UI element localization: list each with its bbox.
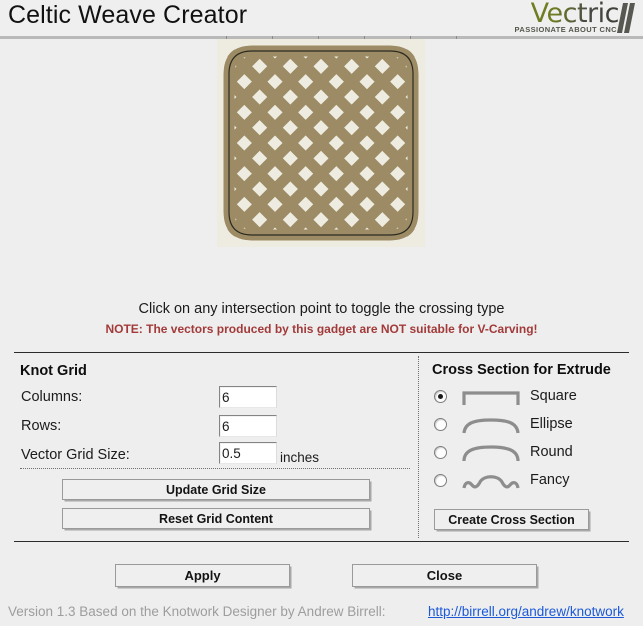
knot-preview-canvas[interactable]	[217, 39, 425, 247]
cross-section-label-square: Square	[530, 388, 577, 404]
columns-label: Columns:	[21, 389, 83, 405]
radio-square-icon[interactable]	[434, 390, 447, 403]
reset-grid-content-button[interactable]: Reset Grid Content	[62, 508, 370, 529]
dialog-header: Celtic Weave Creator Vectric PASSIONATE …	[0, 0, 643, 38]
knotwork-designer-link[interactable]: http://birrell.org/andrew/knotwork	[428, 604, 624, 619]
close-button[interactable]: Close	[352, 564, 537, 587]
celtic-weave-creator-dialog: Celtic Weave Creator Vectric PASSIONATE …	[0, 0, 643, 626]
vector-grid-size-input[interactable]	[219, 442, 277, 464]
radio-round-icon[interactable]	[434, 446, 447, 459]
units-label: inches	[280, 450, 320, 465]
rows-label: Rows:	[21, 418, 62, 434]
columns-input[interactable]	[219, 386, 277, 408]
create-cross-section-button[interactable]: Create Cross Section	[434, 509, 589, 530]
radio-fancy-icon[interactable]	[434, 474, 447, 487]
panel-divider-vertical	[418, 356, 419, 538]
vectric-logo: Vectric PASSIONATE ABOUT CNC	[501, 0, 639, 36]
warning-note: NOTE: The vectors produced by this gadge…	[105, 322, 538, 336]
section-divider-top	[14, 352, 629, 353]
knot-grid-inner-divider	[20, 468, 410, 469]
ruler-tick	[456, 36, 457, 39]
profile-ellipse-icon	[462, 418, 520, 434]
footer-bar: Version 1.3 Based on the Knotwork Design…	[0, 600, 643, 626]
profile-fancy-icon	[462, 475, 520, 489]
update-grid-size-button[interactable]: Update Grid Size	[62, 479, 370, 500]
version-text: Version 1.3 Based on the Knotwork Design…	[8, 604, 386, 619]
cross-section-label-ellipse: Ellipse	[530, 416, 573, 432]
rows-input[interactable]	[219, 415, 277, 437]
profile-square-icon	[462, 391, 520, 405]
celtic-knot-preview-icon[interactable]	[217, 39, 425, 247]
cross-section-label-fancy: Fancy	[530, 472, 570, 488]
knot-grid-title: Knot Grid	[20, 363, 87, 379]
profile-round-icon	[462, 445, 520, 462]
page-title: Celtic Weave Creator	[8, 1, 248, 29]
logo-tagline: PASSIONATE ABOUT CNC	[514, 25, 617, 34]
radio-ellipse-icon[interactable]	[434, 418, 447, 431]
vector-grid-size-label: Vector Grid Size:	[21, 447, 130, 463]
section-divider-bottom	[14, 541, 629, 542]
instruction-text: Click on any intersection point to toggl…	[138, 301, 505, 317]
cross-section-title: Cross Section for Extrude	[432, 362, 611, 378]
logo-slashes-icon	[617, 3, 635, 33]
apply-button[interactable]: Apply	[115, 564, 290, 587]
cross-section-label-round: Round	[530, 444, 573, 460]
